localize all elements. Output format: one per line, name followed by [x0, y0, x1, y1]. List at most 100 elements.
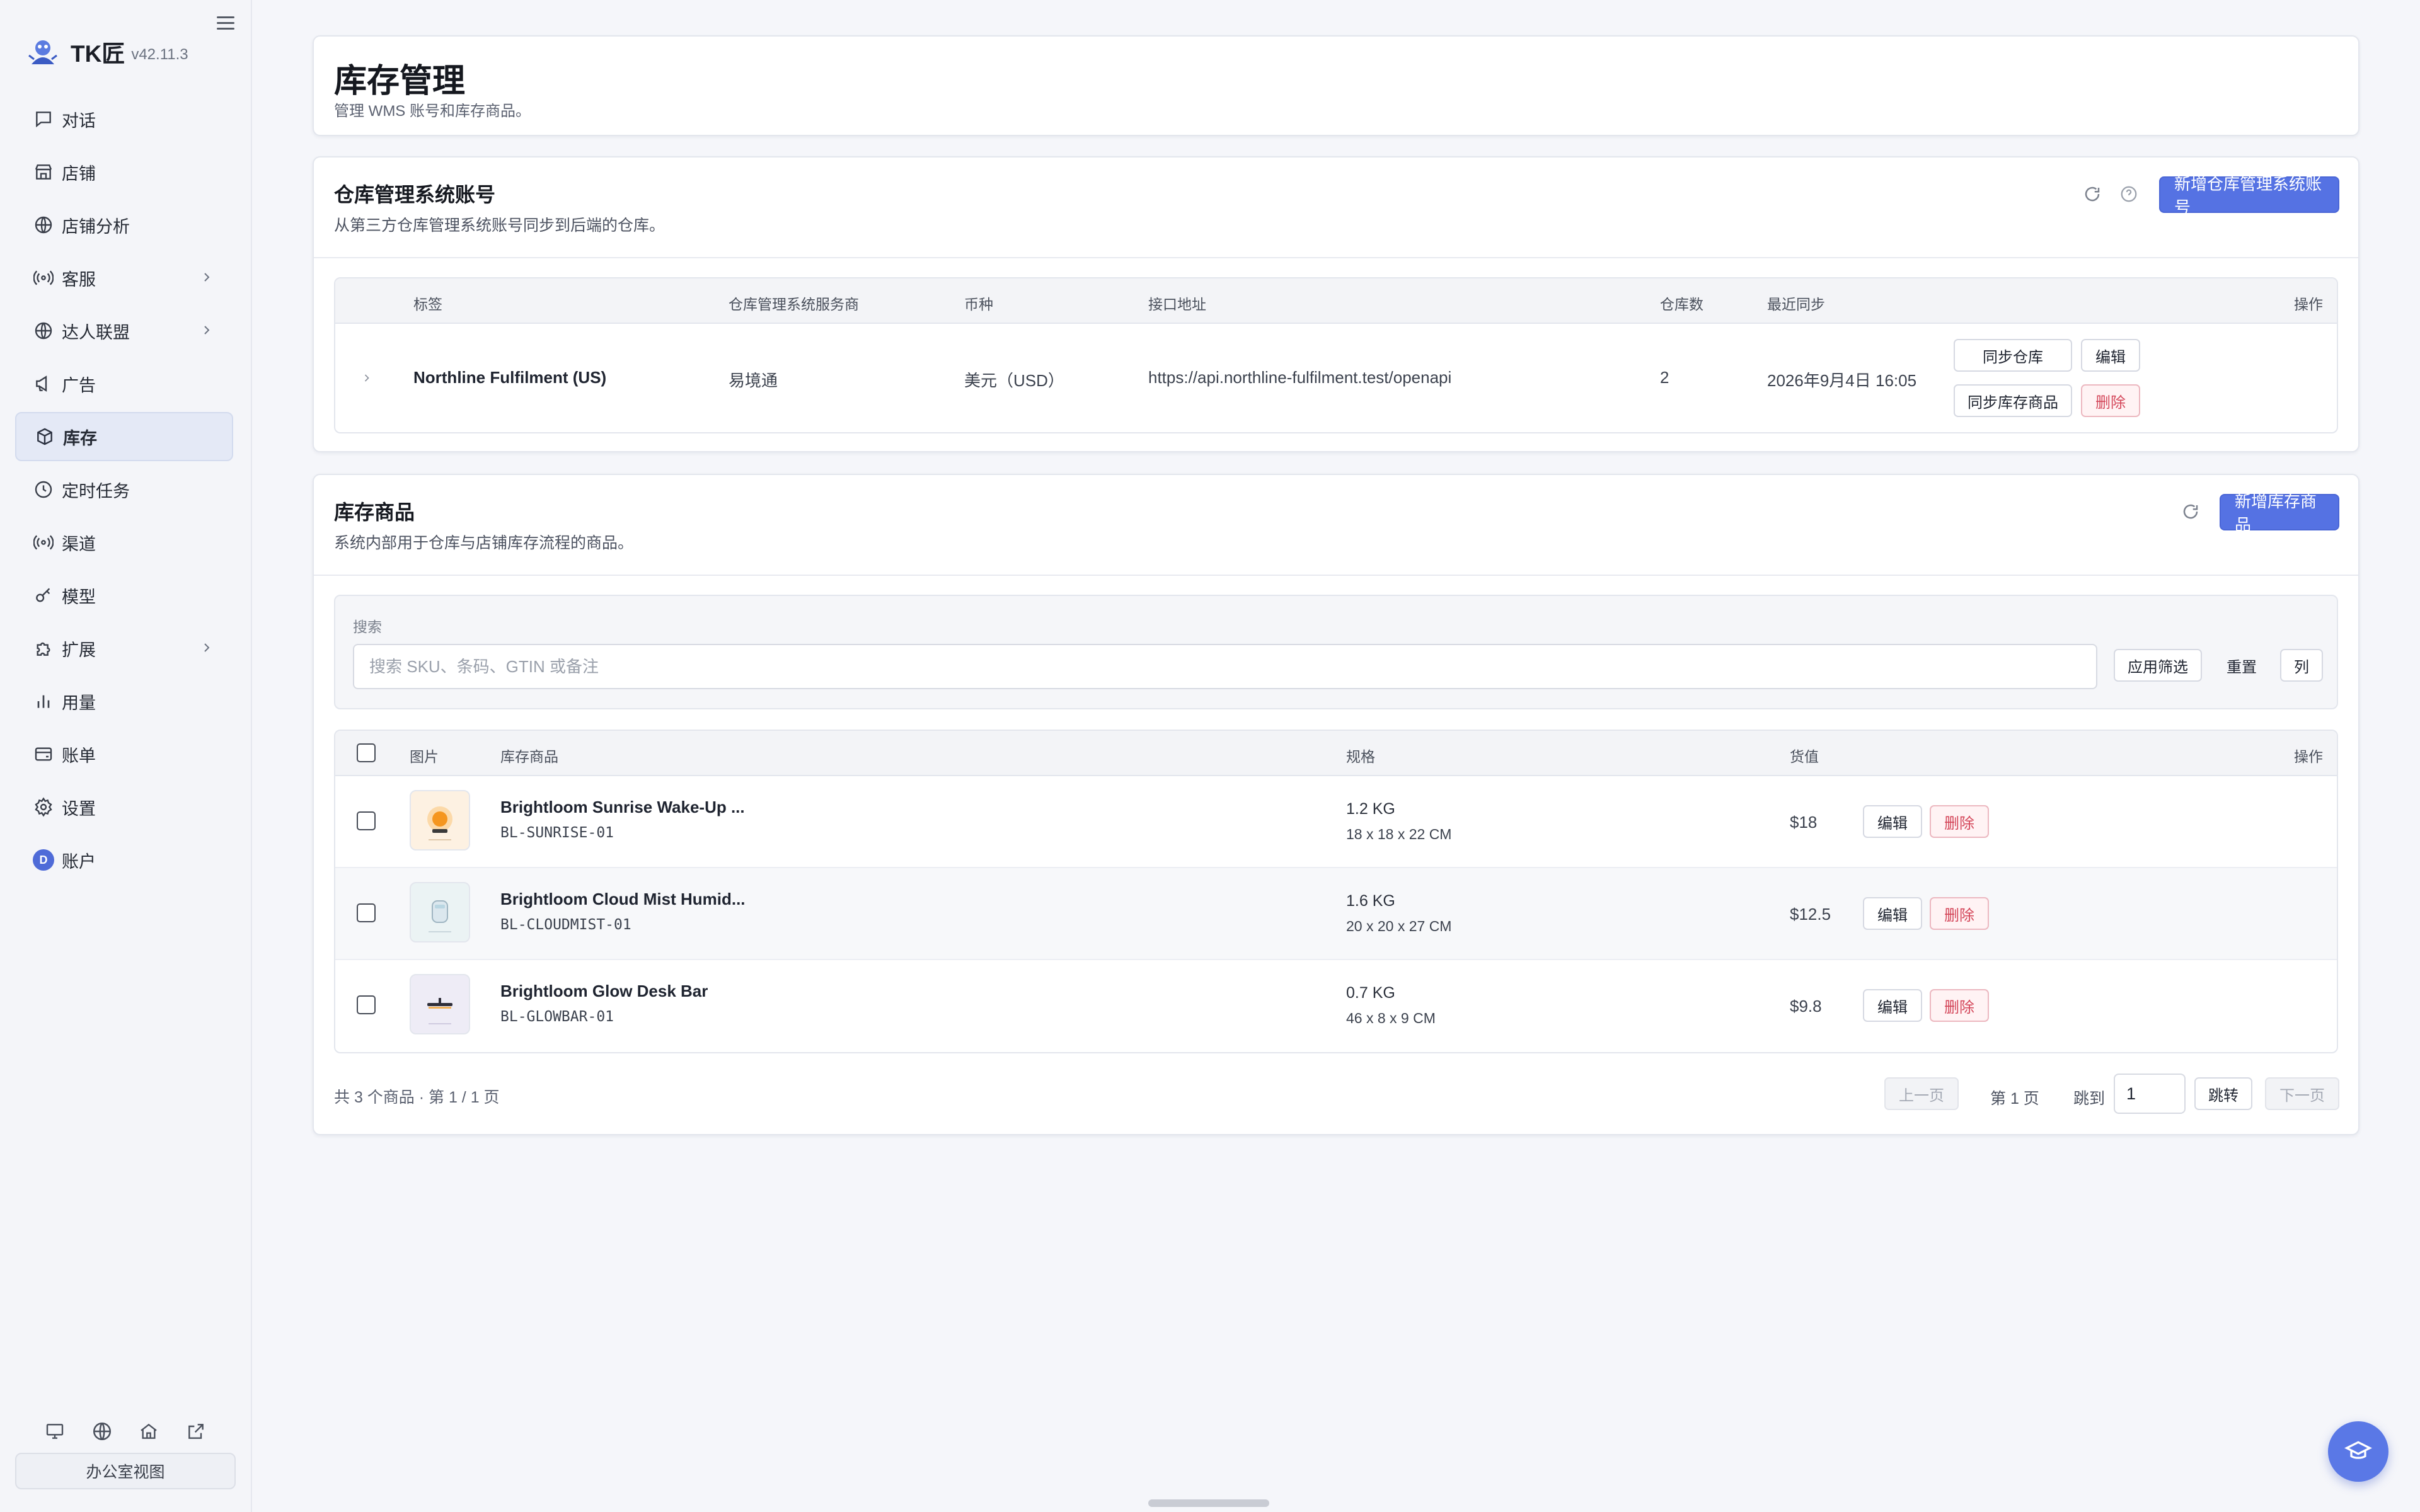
table-row: Brightloom Glow Desk Bar BL-GLOWBAR-01 0… — [335, 960, 2337, 1052]
row-checkbox[interactable] — [357, 811, 376, 830]
sidebar-footer-icons — [15, 1418, 236, 1445]
col-currency: 币种 — [964, 296, 993, 312]
search-input[interactable] — [353, 644, 2097, 689]
product-value: $18 — [1790, 813, 1818, 832]
row-checkbox[interactable] — [357, 903, 376, 922]
table-row: Northline Fulfilment (US) 易境通 美元（USD） ht… — [335, 324, 2337, 432]
store-icon — [33, 161, 54, 183]
row-checkbox[interactable] — [357, 995, 376, 1014]
home-icon[interactable] — [135, 1418, 163, 1445]
gear-icon — [33, 796, 54, 818]
wms-accounts-card: 仓库管理系统账号 从第三方仓库管理系统账号同步到后端的仓库。 新增仓库管理系统账… — [313, 156, 2360, 452]
product-name: Brightloom Glow Desk Bar — [500, 982, 708, 1000]
wms-currency: 美元（USD） — [964, 371, 1064, 390]
delete-product-button[interactable]: 删除 — [1930, 805, 1989, 838]
edit-wms-button[interactable]: 编辑 — [2081, 339, 2140, 372]
chevron-right-icon — [204, 326, 210, 335]
delete-product-button[interactable]: 删除 — [1930, 989, 1989, 1022]
jump-button[interactable]: 跳转 — [2194, 1077, 2252, 1110]
current-page: 第 1 页 — [1990, 1090, 2039, 1108]
sidebar-item-customer-service[interactable]: 客服 — [15, 253, 233, 302]
wms-warehouse-count: 2 — [1660, 368, 1669, 387]
help-fab-button[interactable] — [2328, 1421, 2388, 1482]
graduation-cap-icon — [2344, 1441, 2372, 1459]
sidebar-collapse-button[interactable] — [217, 16, 234, 33]
sidebar-item-store[interactable]: 店铺 — [15, 147, 233, 197]
product-spec: 0.7 KG 46 x 8 x 9 CM — [1346, 984, 1436, 1027]
avatar-letter: D — [33, 849, 54, 871]
wms-section-subtitle: 从第三方仓库管理系统账号同步到后端的仓库。 — [334, 217, 666, 234]
sidebar-item-label: 用量 — [62, 693, 96, 713]
edit-product-button[interactable]: 编辑 — [1863, 805, 1922, 838]
sidebar-item-label: 客服 — [62, 270, 96, 289]
prev-page-button[interactable]: 上一页 — [1884, 1077, 1959, 1110]
help-icon[interactable] — [2118, 183, 2140, 205]
jump-page-input[interactable] — [2114, 1074, 2186, 1114]
reset-filter-button[interactable]: 重置 — [2211, 649, 2273, 682]
sidebar-item-label: 店铺分析 — [62, 217, 130, 236]
box-icon — [34, 426, 55, 447]
avatar: D — [33, 849, 54, 871]
sidebar-item-label: 扩展 — [62, 640, 96, 660]
horizontal-scrollbar[interactable] — [1148, 1499, 1269, 1507]
sync-warehouse-button[interactable]: 同步仓库 — [1954, 339, 2072, 372]
bar-chart-icon — [33, 690, 54, 712]
product-info: Brightloom Glow Desk Bar BL-GLOWBAR-01 — [500, 982, 708, 1025]
sidebar-item-inventory[interactable]: 库存 — [15, 412, 233, 461]
sync-inventory-button[interactable]: 同步库存商品 — [1954, 384, 2072, 417]
wms-last-sync: 2026年9月4日 16:05 — [1767, 371, 1917, 390]
sidebar-item-label: 账单 — [62, 746, 96, 765]
sidebar-item-account[interactable]: D 账户 — [15, 835, 233, 885]
add-inventory-product-button[interactable]: 新增库存商品 — [2220, 492, 2339, 534]
product-info: Brightloom Sunrise Wake-Up ... BL-SUNRIS… — [500, 798, 745, 841]
sidebar-item-models[interactable]: 模型 — [15, 571, 233, 620]
inventory-section-subtitle: 系统内部用于仓库与店铺库存流程的商品。 — [334, 534, 634, 552]
product-value: $12.5 — [1790, 905, 1831, 924]
sidebar-item-store-analytics[interactable]: 店铺分析 — [15, 200, 233, 249]
add-wms-account-button[interactable]: 新增仓库管理系统账号 — [2159, 175, 2339, 217]
globe-icon — [33, 214, 54, 236]
clock-icon — [33, 479, 54, 500]
sidebar-item-label: 库存 — [63, 428, 97, 448]
sidebar-item-scheduled-tasks[interactable]: 定时任务 — [15, 465, 233, 514]
sidebar-item-settings[interactable]: 设置 — [15, 782, 233, 832]
product-value: $9.8 — [1790, 997, 1822, 1016]
select-all-checkbox[interactable] — [357, 743, 376, 762]
table-header: 图片 库存商品 规格 货值 操作 — [335, 731, 2337, 776]
wms-provider: 易境通 — [729, 371, 778, 390]
sidebar-item-chat[interactable]: 对话 — [15, 94, 233, 144]
refresh-icon[interactable] — [2179, 500, 2202, 523]
desk-bar-image — [427, 998, 452, 1024]
apply-filter-button[interactable]: 应用筛选 — [2114, 649, 2202, 682]
expand-row-icon[interactable] — [360, 372, 373, 384]
product-info: Brightloom Cloud Mist Humid... BL-CLOUDM… — [500, 890, 746, 933]
monitor-icon[interactable] — [41, 1418, 69, 1445]
globe-icon[interactable] — [88, 1418, 116, 1445]
sidebar-item-channels[interactable]: 渠道 — [15, 518, 233, 567]
sidebar-item-billing[interactable]: 账单 — [15, 730, 233, 779]
columns-button[interactable]: 列 — [2280, 649, 2323, 682]
product-sku: BL-SUNRISE-01 — [500, 825, 614, 841]
col-actions: 操作 — [2294, 296, 2323, 312]
external-link-icon[interactable] — [182, 1418, 210, 1445]
sidebar-item-ads[interactable]: 广告 — [15, 359, 233, 408]
sidebar-item-affiliate[interactable]: 达人联盟 — [15, 306, 233, 355]
jump-label: 跳到 — [2073, 1090, 2106, 1108]
office-view-button[interactable]: 办公室视图 — [15, 1453, 236, 1489]
edit-product-button[interactable]: 编辑 — [1863, 897, 1922, 930]
refresh-icon[interactable] — [2081, 183, 2104, 205]
product-dimensions: 18 x 18 x 22 CM — [1346, 826, 1452, 842]
product-thumbnail — [410, 790, 470, 850]
sidebar-item-extensions[interactable]: 扩展 — [15, 624, 233, 673]
next-page-button[interactable]: 下一页 — [2265, 1077, 2339, 1110]
sidebar-item-label: 设置 — [62, 799, 96, 818]
product-dimensions: 20 x 20 x 27 CM — [1346, 918, 1452, 934]
delete-product-button[interactable]: 删除 — [1930, 897, 1989, 930]
sidebar-item-usage[interactable]: 用量 — [15, 677, 233, 726]
product-weight: 1.6 KG — [1346, 892, 1395, 910]
sidebar-item-label: 渠道 — [62, 534, 96, 554]
edit-product-button[interactable]: 编辑 — [1863, 989, 1922, 1022]
delete-wms-button[interactable]: 删除 — [2081, 384, 2140, 417]
product-name: Brightloom Sunrise Wake-Up ... — [500, 798, 745, 816]
product-weight: 0.7 KG — [1346, 984, 1395, 1002]
